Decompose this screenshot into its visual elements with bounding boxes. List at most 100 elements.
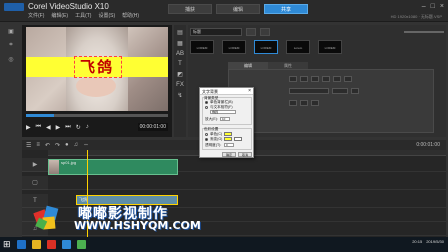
next-frame-icon[interactable]: ▶ (56, 124, 61, 131)
wechat-icon[interactable] (76, 240, 86, 249)
graphics-icon[interactable]: ◩ (177, 71, 183, 78)
edge-icon[interactable] (16, 240, 26, 249)
menu-file[interactable]: 文件(F) (28, 12, 44, 19)
explorer-icon[interactable] (31, 240, 41, 249)
options-tab-attribute[interactable]: 属性 (268, 62, 308, 69)
undo-icon[interactable]: ↶ (45, 142, 50, 149)
menu-settings[interactable]: 设置(S) (98, 12, 115, 19)
gallery-select[interactable]: 标题 (190, 28, 242, 36)
text-background-dialog: 文字背景 × 背景类型 单色背景栏(B) 与文本相符(F) 椭圆 放大(E): … (199, 87, 254, 158)
title-thumb[interactable]: LOREM (222, 40, 246, 54)
project-info: HD 1920x1080 · 无标题.VSP (390, 14, 442, 19)
videostudio-window: Corel VideoStudio X10 文件(F) 编辑(E) 工具(T) … (0, 0, 448, 237)
options-tab-edit[interactable]: 编辑 (228, 62, 268, 69)
rotate-button[interactable] (311, 100, 319, 106)
fit-shape-select[interactable]: 椭圆 (210, 110, 236, 114)
tab-share[interactable]: 共享 (264, 4, 308, 14)
solid-color-swatch[interactable] (224, 132, 232, 136)
title-icon[interactable]: T (178, 61, 182, 67)
align-right-button[interactable] (344, 76, 352, 82)
title-bar: Corel VideoStudio X10 文件(F) 编辑(E) 工具(T) … (0, 0, 448, 22)
underline-button[interactable] (311, 76, 319, 82)
instant-project-icon[interactable]: ▦ (177, 40, 183, 47)
redo-icon[interactable]: ↷ (55, 142, 60, 149)
hands-image (76, 75, 116, 97)
videostudio-icon[interactable] (61, 240, 71, 249)
tray-time[interactable]: 20:15 (412, 239, 422, 244)
repeat-icon[interactable]: ↻ (76, 124, 81, 131)
transition-icon[interactable]: AB (176, 51, 184, 57)
tray-date[interactable]: 2019/5/30 (426, 239, 444, 244)
tab-edit[interactable]: 编辑 (216, 4, 260, 14)
mixer-icon[interactable]: ♫ (74, 142, 79, 148)
transparency-input[interactable]: 0 (224, 143, 234, 147)
preview-side-tools: ▣ ⌗ ◎ (2, 28, 20, 63)
start-icon[interactable]: ⊞ (3, 240, 11, 249)
border-shadow-button[interactable] (289, 100, 297, 106)
menu-edit[interactable]: 编辑(E) (51, 12, 68, 19)
end-icon[interactable]: ⏭ (65, 124, 70, 131)
fit-text-radio[interactable] (205, 106, 208, 109)
video-track-header[interactable]: ▶ (22, 158, 48, 172)
preview-video[interactable]: 飞鸽 (26, 27, 168, 111)
single-bar-radio[interactable] (205, 101, 208, 104)
text-background-button[interactable] (300, 100, 308, 106)
preview-scrubber[interactable] (26, 114, 168, 117)
preview-timecode[interactable]: 00:00:01:00 (137, 123, 168, 131)
camera-icon[interactable]: ▣ (8, 28, 14, 35)
overlay-track-header[interactable]: ▢ (22, 176, 48, 190)
system-tray: 20:15 2019/5/30 (412, 239, 444, 244)
enlarge-label: 放大(E): (205, 117, 218, 121)
home-icon[interactable]: ⏮ (36, 124, 41, 131)
play-icon[interactable]: ▶ (26, 124, 31, 131)
view-button[interactable] (260, 28, 270, 36)
watermark-logo (33, 205, 59, 230)
add-folder-button[interactable] (246, 28, 256, 36)
title-thumb[interactable]: LOREM (254, 40, 278, 54)
timeline-view-icon[interactable]: ≡ (36, 142, 40, 148)
volume-icon[interactable]: ♪ (86, 124, 89, 130)
title-options-panel (228, 69, 434, 133)
prev-frame-icon[interactable]: ◀ (46, 124, 51, 131)
zoom-fit-icon[interactable]: ⇔ (83, 142, 89, 148)
title-thumb[interactable]: Lorem (286, 40, 310, 54)
font-color-button[interactable] (351, 88, 359, 94)
italic-button[interactable] (300, 76, 308, 82)
gradient-radio[interactable] (205, 138, 208, 141)
title-selection-box[interactable] (74, 56, 122, 78)
menu-bar: 文件(F) 编辑(E) 工具(T) 设置(S) 帮助(H) (28, 12, 139, 19)
ok-button[interactable]: 确定 (222, 152, 236, 157)
video-clip-label: sp01.jpg (61, 160, 77, 165)
filter-icon[interactable]: FX (176, 82, 184, 88)
align-left-button[interactable] (322, 76, 330, 82)
maximize-icon[interactable]: □ (431, 3, 435, 10)
menu-help[interactable]: 帮助(H) (122, 12, 139, 19)
record-icon[interactable]: ● (65, 142, 69, 148)
snapshot-icon[interactable]: ◎ (8, 56, 13, 63)
minimize-icon[interactable]: – (422, 3, 426, 10)
font-select[interactable] (289, 88, 329, 94)
media-icon[interactable]: ▤ (177, 29, 183, 36)
font-size-select[interactable] (332, 88, 348, 94)
thumbnail-size-slider[interactable] (404, 31, 444, 33)
align-center-button[interactable] (333, 76, 341, 82)
path-icon[interactable]: ↯ (177, 92, 182, 99)
menu-tools[interactable]: 工具(T) (75, 12, 91, 19)
gradient-label: 渐变(G) (210, 137, 223, 141)
crop-icon[interactable]: ⌗ (9, 42, 12, 49)
gradient-end-swatch[interactable] (234, 137, 242, 141)
title-thumb[interactable]: LOREM (190, 40, 214, 54)
close-icon[interactable]: × (440, 3, 444, 10)
gradient-color-swatch[interactable] (224, 137, 232, 141)
storyboard-view-icon[interactable]: ☰ (26, 142, 31, 149)
dialog-close-button[interactable]: × (248, 88, 251, 95)
title-thumb[interactable]: LOREM (318, 40, 342, 54)
bold-button[interactable] (289, 76, 297, 82)
enlarge-input[interactable]: 10 (220, 117, 230, 121)
video-clip[interactable]: sp01.jpg (48, 159, 178, 175)
cancel-button[interactable]: 取消 (238, 152, 252, 157)
solid-color-radio[interactable] (205, 133, 208, 136)
tab-capture[interactable]: 捕获 (168, 4, 212, 14)
media-app-icon[interactable] (46, 240, 56, 249)
watermark-url: WWW.HSHYQM.COM (74, 219, 201, 232)
